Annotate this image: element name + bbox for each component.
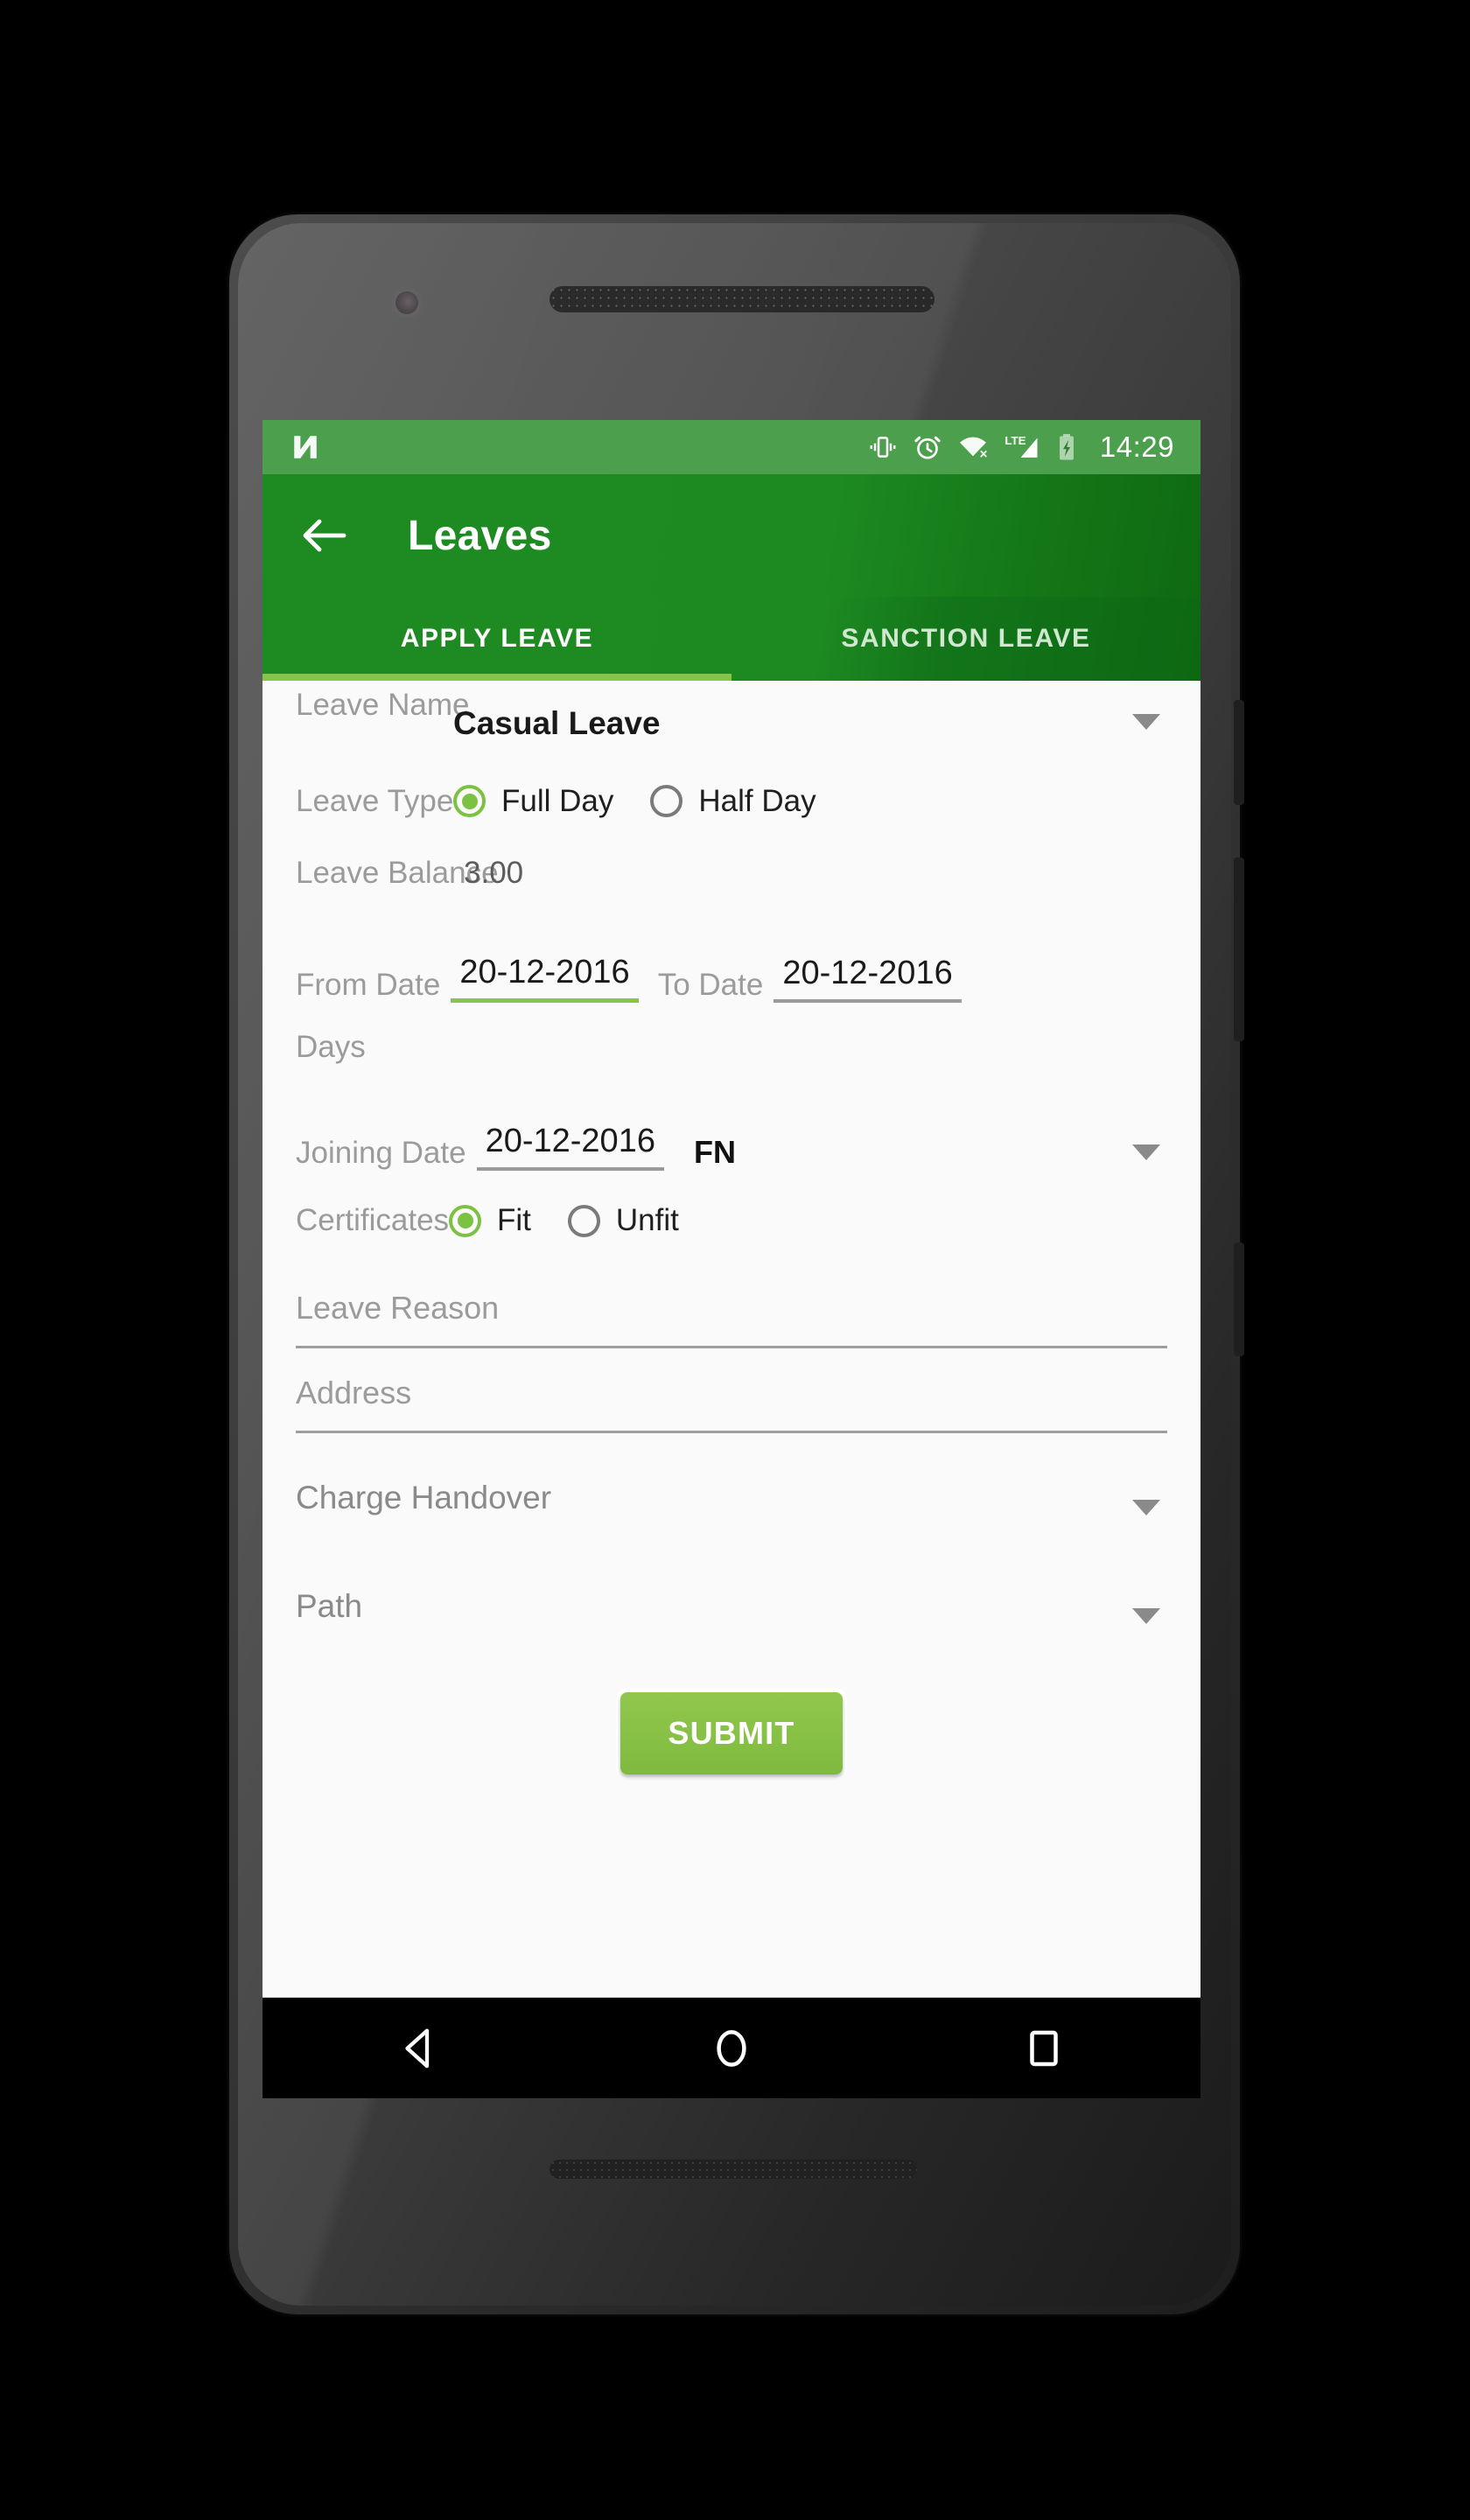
screenshot-scene: × LTE 14:29 Leaves APPLY LEAVE SANCTION … [0, 0, 1470, 2520]
path-label: Path [296, 1588, 363, 1624]
lte-signal-icon: LTE [1004, 432, 1040, 462]
front-camera [396, 291, 418, 314]
radio-full-day[interactable]: Full Day [453, 784, 613, 819]
field-certificates: Certificates Fit Unfit [296, 1178, 1167, 1264]
chevron-down-icon[interactable] [1132, 1144, 1160, 1160]
joining-date-input[interactable]: 20-12-2016 [476, 1123, 664, 1171]
address-input[interactable]: Address [296, 1375, 1167, 1433]
joining-session-value[interactable]: FN [694, 1134, 736, 1171]
to-date-input[interactable]: 20-12-2016 [774, 955, 962, 1003]
svg-text:LTE: LTE [1004, 434, 1026, 447]
status-bar-right: × LTE 14:29 [868, 430, 1174, 464]
leave-name-label: Leave Name [296, 688, 470, 722]
battery-charging-icon [1055, 432, 1078, 462]
radio-half-day-label: Half Day [698, 783, 816, 818]
field-leave-type: Leave Type Full Day Half Day [296, 764, 1167, 838]
tab-bar: APPLY LEAVE SANCTION LEAVE [262, 597, 1200, 681]
field-leave-balance: Leave Balance 3.00 [296, 838, 1167, 908]
certificates-label: Certificates [296, 1203, 450, 1237]
apply-leave-form: Leave Name Casual Leave Leave Type Full … [262, 681, 1200, 1774]
tab-active-indicator [262, 674, 732, 681]
app-bar: Leaves [262, 474, 1200, 597]
chevron-down-icon[interactable] [1132, 1500, 1160, 1516]
radio-unfit[interactable]: Unfit [567, 1203, 679, 1238]
leave-reason-input[interactable]: Leave Reason [296, 1290, 1167, 1348]
status-bar-left [290, 432, 868, 462]
nav-back-icon[interactable] [367, 1997, 472, 2099]
radio-fit[interactable]: Fit [449, 1203, 531, 1238]
svg-text:×: × [980, 447, 988, 462]
chevron-down-icon[interactable] [1132, 1608, 1160, 1624]
from-date-label: From Date [296, 968, 441, 1002]
radio-fit-label: Fit [497, 1203, 531, 1237]
joining-date-label: Joining Date [296, 1136, 466, 1170]
radio-full-day-indicator[interactable] [453, 785, 486, 817]
field-days: Days [296, 1012, 1167, 1083]
address-placeholder: Address [296, 1375, 412, 1410]
tab-sanction-leave[interactable]: SANCTION LEAVE [732, 597, 1200, 681]
leave-reason-placeholder: Leave Reason [296, 1290, 500, 1326]
power-button[interactable] [1234, 700, 1244, 805]
certificates-radio-group: Fit Unfit [449, 1203, 679, 1238]
charge-handover-label: Charge Handover [296, 1480, 552, 1516]
android-n-logo-icon [290, 432, 320, 462]
leave-type-label: Leave Type [296, 783, 454, 818]
radio-fit-indicator[interactable] [449, 1204, 481, 1237]
radio-full-day-label: Full Day [501, 783, 614, 818]
radio-half-day[interactable]: Half Day [650, 784, 816, 819]
android-navigation-bar [262, 1995, 1200, 2098]
radio-unfit-label: Unfit [615, 1203, 679, 1237]
leave-type-radio-group: Full Day Half Day [453, 784, 816, 819]
submit-button[interactable]: SUBMIT [620, 1692, 843, 1774]
status-bar-clock: 14:29 [1099, 430, 1174, 463]
field-leave-name[interactable]: Leave Name Casual Leave [296, 681, 1167, 764]
back-arrow-icon[interactable] [298, 508, 352, 563]
leave-name-value: Casual Leave [453, 705, 661, 741]
radio-half-day-indicator[interactable] [650, 785, 683, 817]
earpiece-speaker [550, 286, 934, 312]
wifi-off-icon: × [957, 432, 989, 462]
leave-balance-value: 3.00 [464, 856, 524, 890]
chevron-down-icon[interactable] [1132, 714, 1160, 730]
days-label: Days [296, 1030, 366, 1064]
field-date-range: From Date 20-12-2016 To Date 20-12-2016 [296, 908, 1167, 1012]
submit-button-container: SUBMIT [296, 1692, 1167, 1774]
tab-apply-leave[interactable]: APPLY LEAVE [262, 597, 732, 681]
nav-recents-icon[interactable] [991, 1997, 1096, 2099]
path-spinner[interactable]: Path [296, 1563, 1167, 1650]
phone-screen: × LTE 14:29 Leaves APPLY LEAVE SANCTION … [262, 420, 1200, 2098]
bottom-speaker-grille [550, 2160, 917, 2179]
radio-unfit-indicator[interactable] [567, 1204, 600, 1237]
charge-handover-spinner[interactable]: Charge Handover [296, 1454, 1167, 1542]
field-joining-date: Joining Date 20-12-2016 FN [296, 1083, 1167, 1178]
to-date-label: To Date [657, 968, 764, 1002]
volume-button[interactable] [1234, 858, 1244, 1041]
vibrate-icon [868, 432, 898, 462]
page-title: Leaves [408, 512, 552, 559]
status-bar: × LTE 14:29 [262, 420, 1200, 474]
alarm-icon [913, 432, 942, 462]
from-date-input[interactable]: 20-12-2016 [451, 954, 639, 1003]
nav-home-icon[interactable] [679, 1997, 784, 2099]
leave-balance-label: Leave Balance [296, 856, 499, 890]
volume-down-button[interactable] [1234, 1242, 1244, 1356]
